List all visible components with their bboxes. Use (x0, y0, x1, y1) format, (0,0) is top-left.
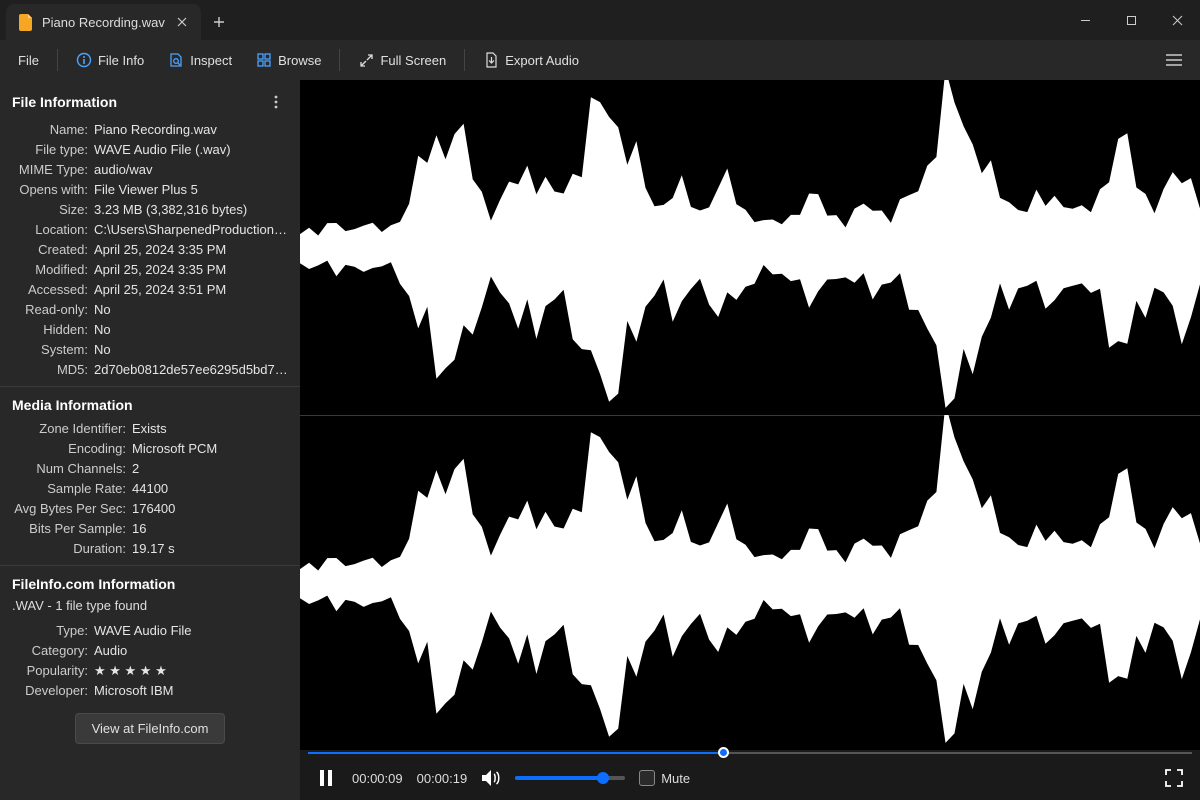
more-options-button[interactable] (264, 90, 288, 114)
label-accessed: Accessed: (12, 280, 94, 300)
value-created: April 25, 2024 3:35 PM (94, 240, 288, 260)
label-opens: Opens with: (12, 180, 94, 200)
label-bitspersample: Bits Per Sample: (12, 519, 132, 539)
tab-title: Piano Recording.wav (42, 15, 165, 30)
value-location: C:\Users\SharpenedProductions\Do... (94, 220, 288, 240)
label-duration: Duration: (12, 539, 132, 559)
info-sidebar: File Information Name:Piano Recording.wa… (0, 80, 300, 800)
label-samplerate: Sample Rate: (12, 479, 132, 499)
value-system: No (94, 340, 288, 360)
label-readonly: Read-only: (12, 300, 94, 320)
maximize-button[interactable] (1108, 0, 1154, 40)
value-avgbytes: 176400 (132, 499, 288, 519)
export-audio-button[interactable]: Export Audio (473, 46, 589, 74)
media-info-section: Media Information Zone Identifier:Exists… (0, 386, 300, 565)
mute-checkbox[interactable]: Mute (639, 770, 690, 786)
tab-close-button[interactable] (173, 13, 191, 31)
label-mime: MIME Type: (12, 160, 94, 180)
value-zone: Exists (132, 419, 288, 439)
section-title: FileInfo.com Information (12, 576, 175, 592)
file-icon (18, 14, 34, 30)
label-type: Type: (12, 621, 94, 641)
fullscreen-toggle-button[interactable] (1162, 766, 1186, 790)
playback-progress[interactable] (300, 750, 1200, 756)
value-samplerate: 44100 (132, 479, 288, 499)
pause-button[interactable] (314, 766, 338, 790)
value-name: Piano Recording.wav (94, 120, 288, 140)
volume-slider[interactable] (515, 776, 625, 780)
view-at-fileinfo-button[interactable]: View at FileInfo.com (75, 713, 226, 744)
value-type: WAVE Audio File (94, 621, 288, 641)
new-tab-button[interactable] (201, 4, 237, 40)
menu-button[interactable] (1156, 44, 1192, 76)
value-developer: Microsoft IBM (94, 681, 288, 701)
value-readonly: No (94, 300, 288, 320)
value-size: 3.23 MB (3,382,316 bytes) (94, 200, 288, 220)
waveform-area[interactable] (300, 80, 1200, 750)
label-created: Created: (12, 240, 94, 260)
label-zone: Zone Identifier: (12, 419, 132, 439)
value-channels: 2 (132, 459, 288, 479)
label-popularity: Popularity: (12, 661, 94, 681)
fileinfo-subtext: .WAV - 1 file type found (12, 598, 288, 613)
file-menu[interactable]: File (8, 47, 49, 74)
fileinfo-com-section: FileInfo.com Information .WAV - 1 file t… (0, 565, 300, 754)
titlebar: Piano Recording.wav (0, 0, 1200, 40)
separator (57, 49, 58, 71)
window-controls (1062, 0, 1200, 40)
volume-icon[interactable] (481, 768, 501, 788)
value-duration: 19.17 s (132, 539, 288, 559)
section-title: Media Information (12, 397, 133, 413)
fullscreen-button[interactable]: Full Screen (348, 46, 456, 74)
checkbox-icon (639, 770, 655, 786)
value-accessed: April 25, 2024 3:51 PM (94, 280, 288, 300)
value-encoding: Microsoft PCM (132, 439, 288, 459)
value-opens: File Viewer Plus 5 (94, 180, 288, 200)
file-info-section: File Information Name:Piano Recording.wa… (0, 80, 300, 386)
label-developer: Developer: (12, 681, 94, 701)
label-channels: Num Channels: (12, 459, 132, 479)
waveform-right-channel (300, 415, 1200, 750)
value-popularity: ★ ★ ★ ★ ★ (94, 661, 288, 681)
label-modified: Modified: (12, 260, 94, 280)
label-name: Name: (12, 120, 94, 140)
minimize-button[interactable] (1062, 0, 1108, 40)
time-current: 00:00:09 (352, 771, 403, 786)
value-bitspersample: 16 (132, 519, 288, 539)
time-total: 00:00:19 (417, 771, 468, 786)
value-category: Audio (94, 641, 288, 661)
value-md5: 2d70eb0812de57ee6295d5bd73017e19 (94, 360, 288, 380)
section-title: File Information (12, 94, 117, 110)
label-avgbytes: Avg Bytes Per Sec: (12, 499, 132, 519)
mute-label: Mute (661, 771, 690, 786)
fullscreen-icon (358, 52, 374, 68)
label-filetype: File type: (12, 140, 94, 160)
label-location: Location: (12, 220, 94, 240)
waveform-left-channel (300, 80, 1200, 415)
playback-controls: 00:00:09 00:00:19 Mute (300, 756, 1200, 800)
browse-button[interactable]: Browse (246, 46, 331, 74)
waveform-content: 00:00:09 00:00:19 Mute (300, 80, 1200, 800)
browse-icon (256, 52, 272, 68)
value-modified: April 25, 2024 3:35 PM (94, 260, 288, 280)
label-encoding: Encoding: (12, 439, 132, 459)
label-md5: MD5: (12, 360, 94, 380)
file-info-button[interactable]: File Info (66, 46, 154, 74)
file-tab[interactable]: Piano Recording.wav (6, 4, 201, 40)
value-filetype: WAVE Audio File (.wav) (94, 140, 288, 160)
label-system: System: (12, 340, 94, 360)
export-icon (483, 52, 499, 68)
label-category: Category: (12, 641, 94, 661)
separator (339, 49, 340, 71)
label-hidden: Hidden: (12, 320, 94, 340)
separator (464, 49, 465, 71)
value-mime: audio/wav (94, 160, 288, 180)
info-icon (76, 52, 92, 68)
value-hidden: No (94, 320, 288, 340)
inspect-icon (168, 52, 184, 68)
toolbar: File File Info Inspect Browse Full Scree… (0, 40, 1200, 80)
label-size: Size: (12, 200, 94, 220)
close-window-button[interactable] (1154, 0, 1200, 40)
inspect-button[interactable]: Inspect (158, 46, 242, 74)
